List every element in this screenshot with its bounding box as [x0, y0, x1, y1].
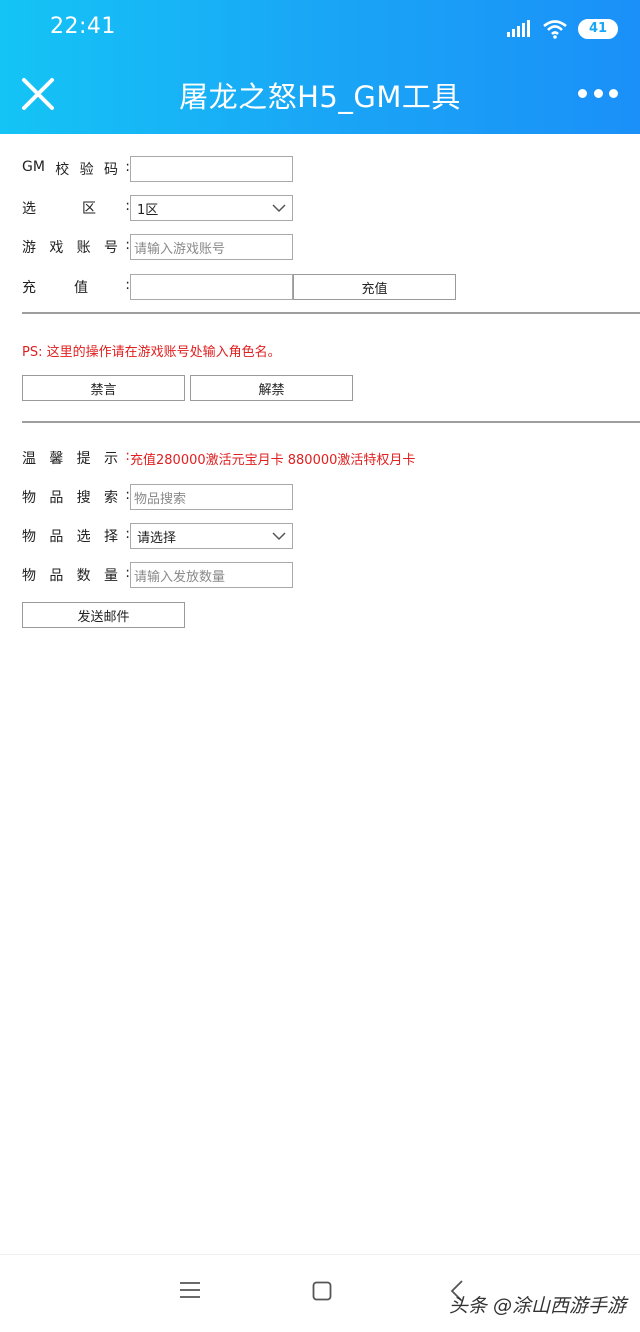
account-label: 游戏账号 :	[22, 237, 130, 256]
account-row: 游戏账号 : 请输入游戏账号	[22, 234, 293, 260]
divider	[22, 421, 640, 423]
item-select[interactable]: 请选择	[130, 523, 293, 549]
gm-code-row: GM 校验码 :	[22, 156, 293, 182]
battery-indicator: 41	[578, 19, 618, 39]
gm-code-input[interactable]	[130, 156, 293, 182]
item-select-row: 物品选择 : 请选择	[22, 523, 293, 549]
item-search-input[interactable]: 物品搜索	[130, 484, 293, 510]
item-qty-label: 物品数量 :	[22, 565, 130, 584]
account-input[interactable]: 请输入游戏账号	[130, 234, 293, 260]
page-title: 屠龙之怒H5_GM工具	[179, 80, 461, 114]
zone-select[interactable]: 1区	[130, 195, 293, 221]
item-search-label: 物品搜索 :	[22, 487, 130, 506]
signal-icon	[507, 20, 530, 37]
status-time: 22:41	[50, 14, 116, 39]
recharge-row: 充值 : 充值	[22, 274, 456, 300]
ps-note-row: PS: 这里的操作请在游戏账号处输入角色名。	[22, 337, 281, 363]
item-qty-row: 物品数量 : 请输入发放数量	[22, 562, 293, 588]
item-select-label: 物品选择 :	[22, 526, 130, 545]
tip-row: 温馨提示 : 充值280000激活元宝月卡 880000激活特权月卡	[22, 445, 415, 471]
mute-button[interactable]: 禁言	[22, 375, 185, 401]
recharge-label: 充值 :	[22, 277, 130, 296]
app-header: 22:41 41 屠龙之怒H5_GM工具	[0, 0, 640, 134]
recharge-button[interactable]: 充值	[293, 274, 456, 300]
chevron-down-icon	[272, 532, 286, 541]
watermark: 头条 @涂山西游手游	[448, 1295, 626, 1317]
unmute-button[interactable]: 解禁	[190, 375, 353, 401]
send-mail-button[interactable]: 发送邮件	[22, 602, 185, 628]
ps-note: PS: 这里的操作请在游戏账号处输入角色名。	[22, 344, 281, 360]
tip-text: 充值280000激活元宝月卡 880000激活特权月卡	[130, 452, 416, 468]
mute-buttons-row: 禁言 解禁	[22, 375, 353, 401]
send-mail-row: 发送邮件	[22, 602, 185, 628]
status-icons: 41	[506, 18, 618, 40]
item-selected-value: 请选择	[137, 530, 177, 546]
zone-label: 选区 :	[22, 198, 130, 217]
recharge-input[interactable]	[130, 274, 293, 300]
divider	[22, 312, 640, 314]
gm-code-label: GM 校验码 :	[22, 159, 130, 178]
tip-label: 温馨提示 :	[22, 448, 130, 467]
zone-selected-value: 1区	[137, 202, 159, 218]
menu-icon[interactable]	[180, 1281, 200, 1299]
home-icon[interactable]	[312, 1281, 332, 1301]
item-qty-input[interactable]: 请输入发放数量	[130, 562, 293, 588]
item-search-row: 物品搜索 : 物品搜索	[22, 484, 293, 510]
chevron-down-icon	[272, 204, 286, 213]
more-icon[interactable]	[578, 86, 618, 100]
zone-row: 选区 : 1区	[22, 195, 293, 221]
wifi-icon	[543, 20, 567, 39]
system-navbar: 头条 @涂山西游手游	[0, 1254, 640, 1332]
